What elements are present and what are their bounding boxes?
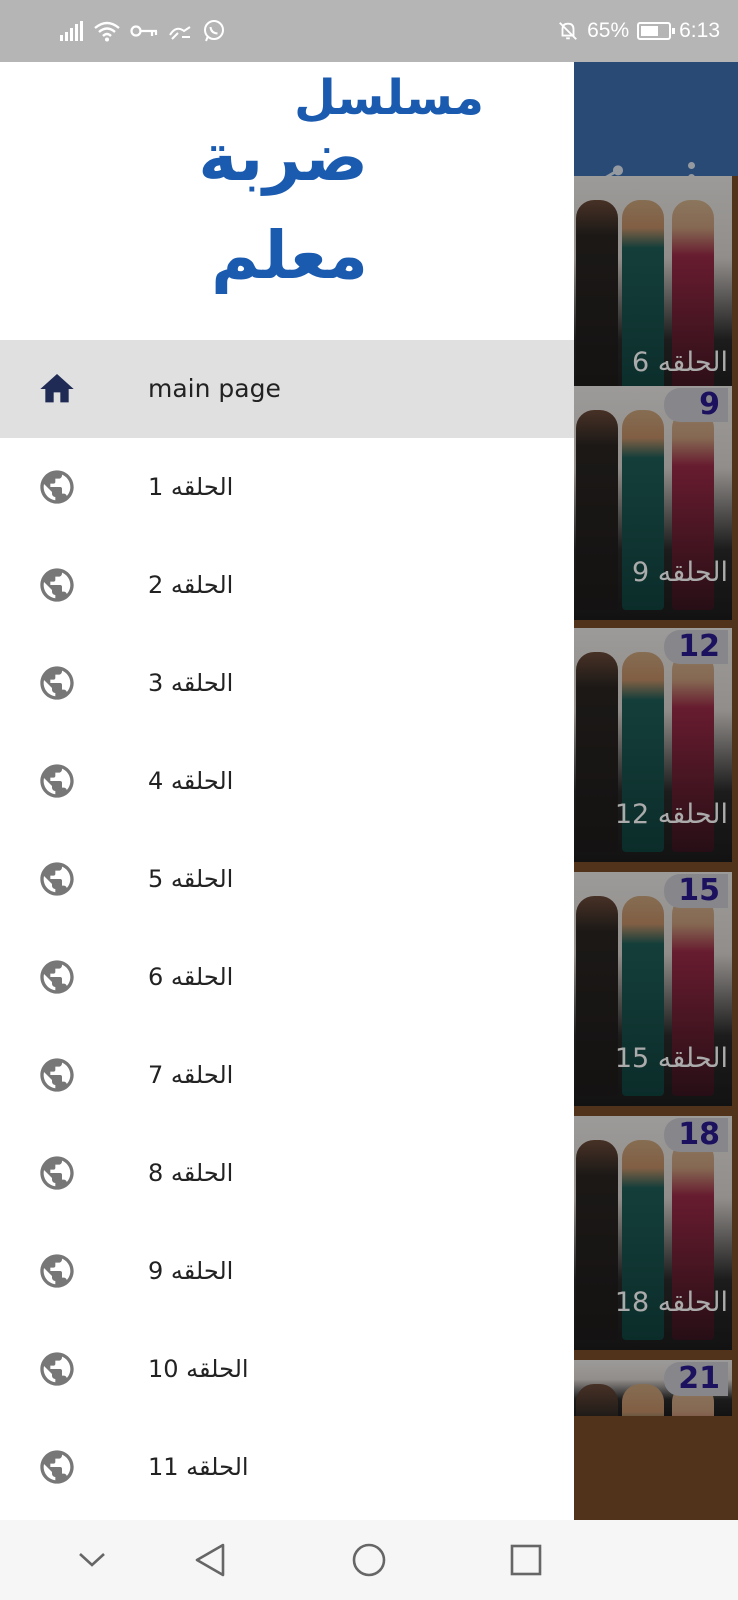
status-bar: 65% 6:13 (0, 0, 738, 62)
menu-item-episode[interactable]: الحلقه 11 (0, 1418, 574, 1516)
menu-item-label: الحلقه 8 (148, 1159, 234, 1187)
menu-item-episode[interactable]: الحلقه 4 (0, 732, 574, 830)
globe-icon (37, 1447, 77, 1487)
back-icon[interactable] (190, 1540, 230, 1580)
status-right: 65% 6:13 (557, 16, 720, 46)
app-logo: مسلسل ضربة معلم (190, 62, 500, 340)
menu-item-label: الحلقه 5 (148, 865, 234, 893)
menu-item-episode[interactable]: الحلقه 10 (0, 1320, 574, 1418)
drawer-header: مسلسل ضربة معلم (0, 62, 574, 340)
globe-icon (37, 761, 77, 801)
battery-percent: 65% (587, 19, 630, 42)
system-nav-bar (0, 1520, 738, 1600)
globe-icon (37, 663, 77, 703)
globe-icon (37, 957, 77, 997)
menu-item-episode[interactable]: الحلقه 7 (0, 1026, 574, 1124)
drawer-menu: main page الحلقه 1 الحلقه 2 الحلقه 3 الحلقه … (0, 340, 574, 1516)
menu-item-main-page[interactable]: main page (0, 340, 574, 438)
navigation-drawer: مسلسل ضربة معلم main page الحلقه 1 الحلقه … (0, 62, 574, 1520)
recents-icon[interactable] (506, 1540, 546, 1580)
wifi-icon (94, 21, 120, 42)
logo-line-2: ضربة (198, 119, 368, 196)
whatsapp-icon (204, 20, 224, 42)
menu-item-label: الحلقه 10 (148, 1355, 249, 1383)
data-saver-icon (169, 26, 191, 40)
clock: 6:13 (679, 19, 720, 42)
menu-item-label: الحلقه 4 (148, 767, 234, 795)
globe-icon (37, 1251, 77, 1291)
menu-item-label: الحلقه 3 (148, 669, 234, 697)
menu-item-episode[interactable]: الحلقه 8 (0, 1124, 574, 1222)
globe-icon (37, 1153, 77, 1193)
menu-item-episode[interactable]: الحلقه 1 (0, 438, 574, 536)
menu-item-episode[interactable]: الحلقه 2 (0, 536, 574, 634)
globe-icon (37, 1349, 77, 1389)
menu-item-episode[interactable]: الحلقه 5 (0, 830, 574, 928)
bell-off-icon (559, 22, 577, 40)
menu-item-episode[interactable]: الحلقه 6 (0, 928, 574, 1026)
menu-item-label: الحلقه 11 (148, 1453, 249, 1481)
signal-icon (60, 21, 83, 41)
menu-item-episode[interactable]: الحلقه 3 (0, 634, 574, 732)
globe-icon (37, 859, 77, 899)
globe-icon (37, 565, 77, 605)
menu-item-label: الحلقه 7 (148, 1061, 234, 1089)
menu-item-label: الحلقه 2 (148, 571, 234, 599)
menu-item-label: الحلقه 1 (148, 473, 234, 501)
logo-line-3: معلم (211, 217, 368, 294)
chevron-down-icon[interactable] (72, 1540, 112, 1580)
home-icon (37, 369, 77, 409)
menu-item-label: main page (148, 374, 281, 403)
globe-icon (37, 1055, 77, 1095)
menu-item-label: الحلقه 9 (148, 1257, 234, 1285)
menu-item-episode[interactable]: الحلقه 9 (0, 1222, 574, 1320)
key-icon (130, 25, 158, 37)
globe-icon (37, 467, 77, 507)
status-left-icons (60, 16, 226, 46)
battery-icon (637, 22, 676, 40)
menu-item-label: الحلقه 6 (148, 963, 234, 991)
home-circle-icon[interactable] (349, 1540, 389, 1580)
